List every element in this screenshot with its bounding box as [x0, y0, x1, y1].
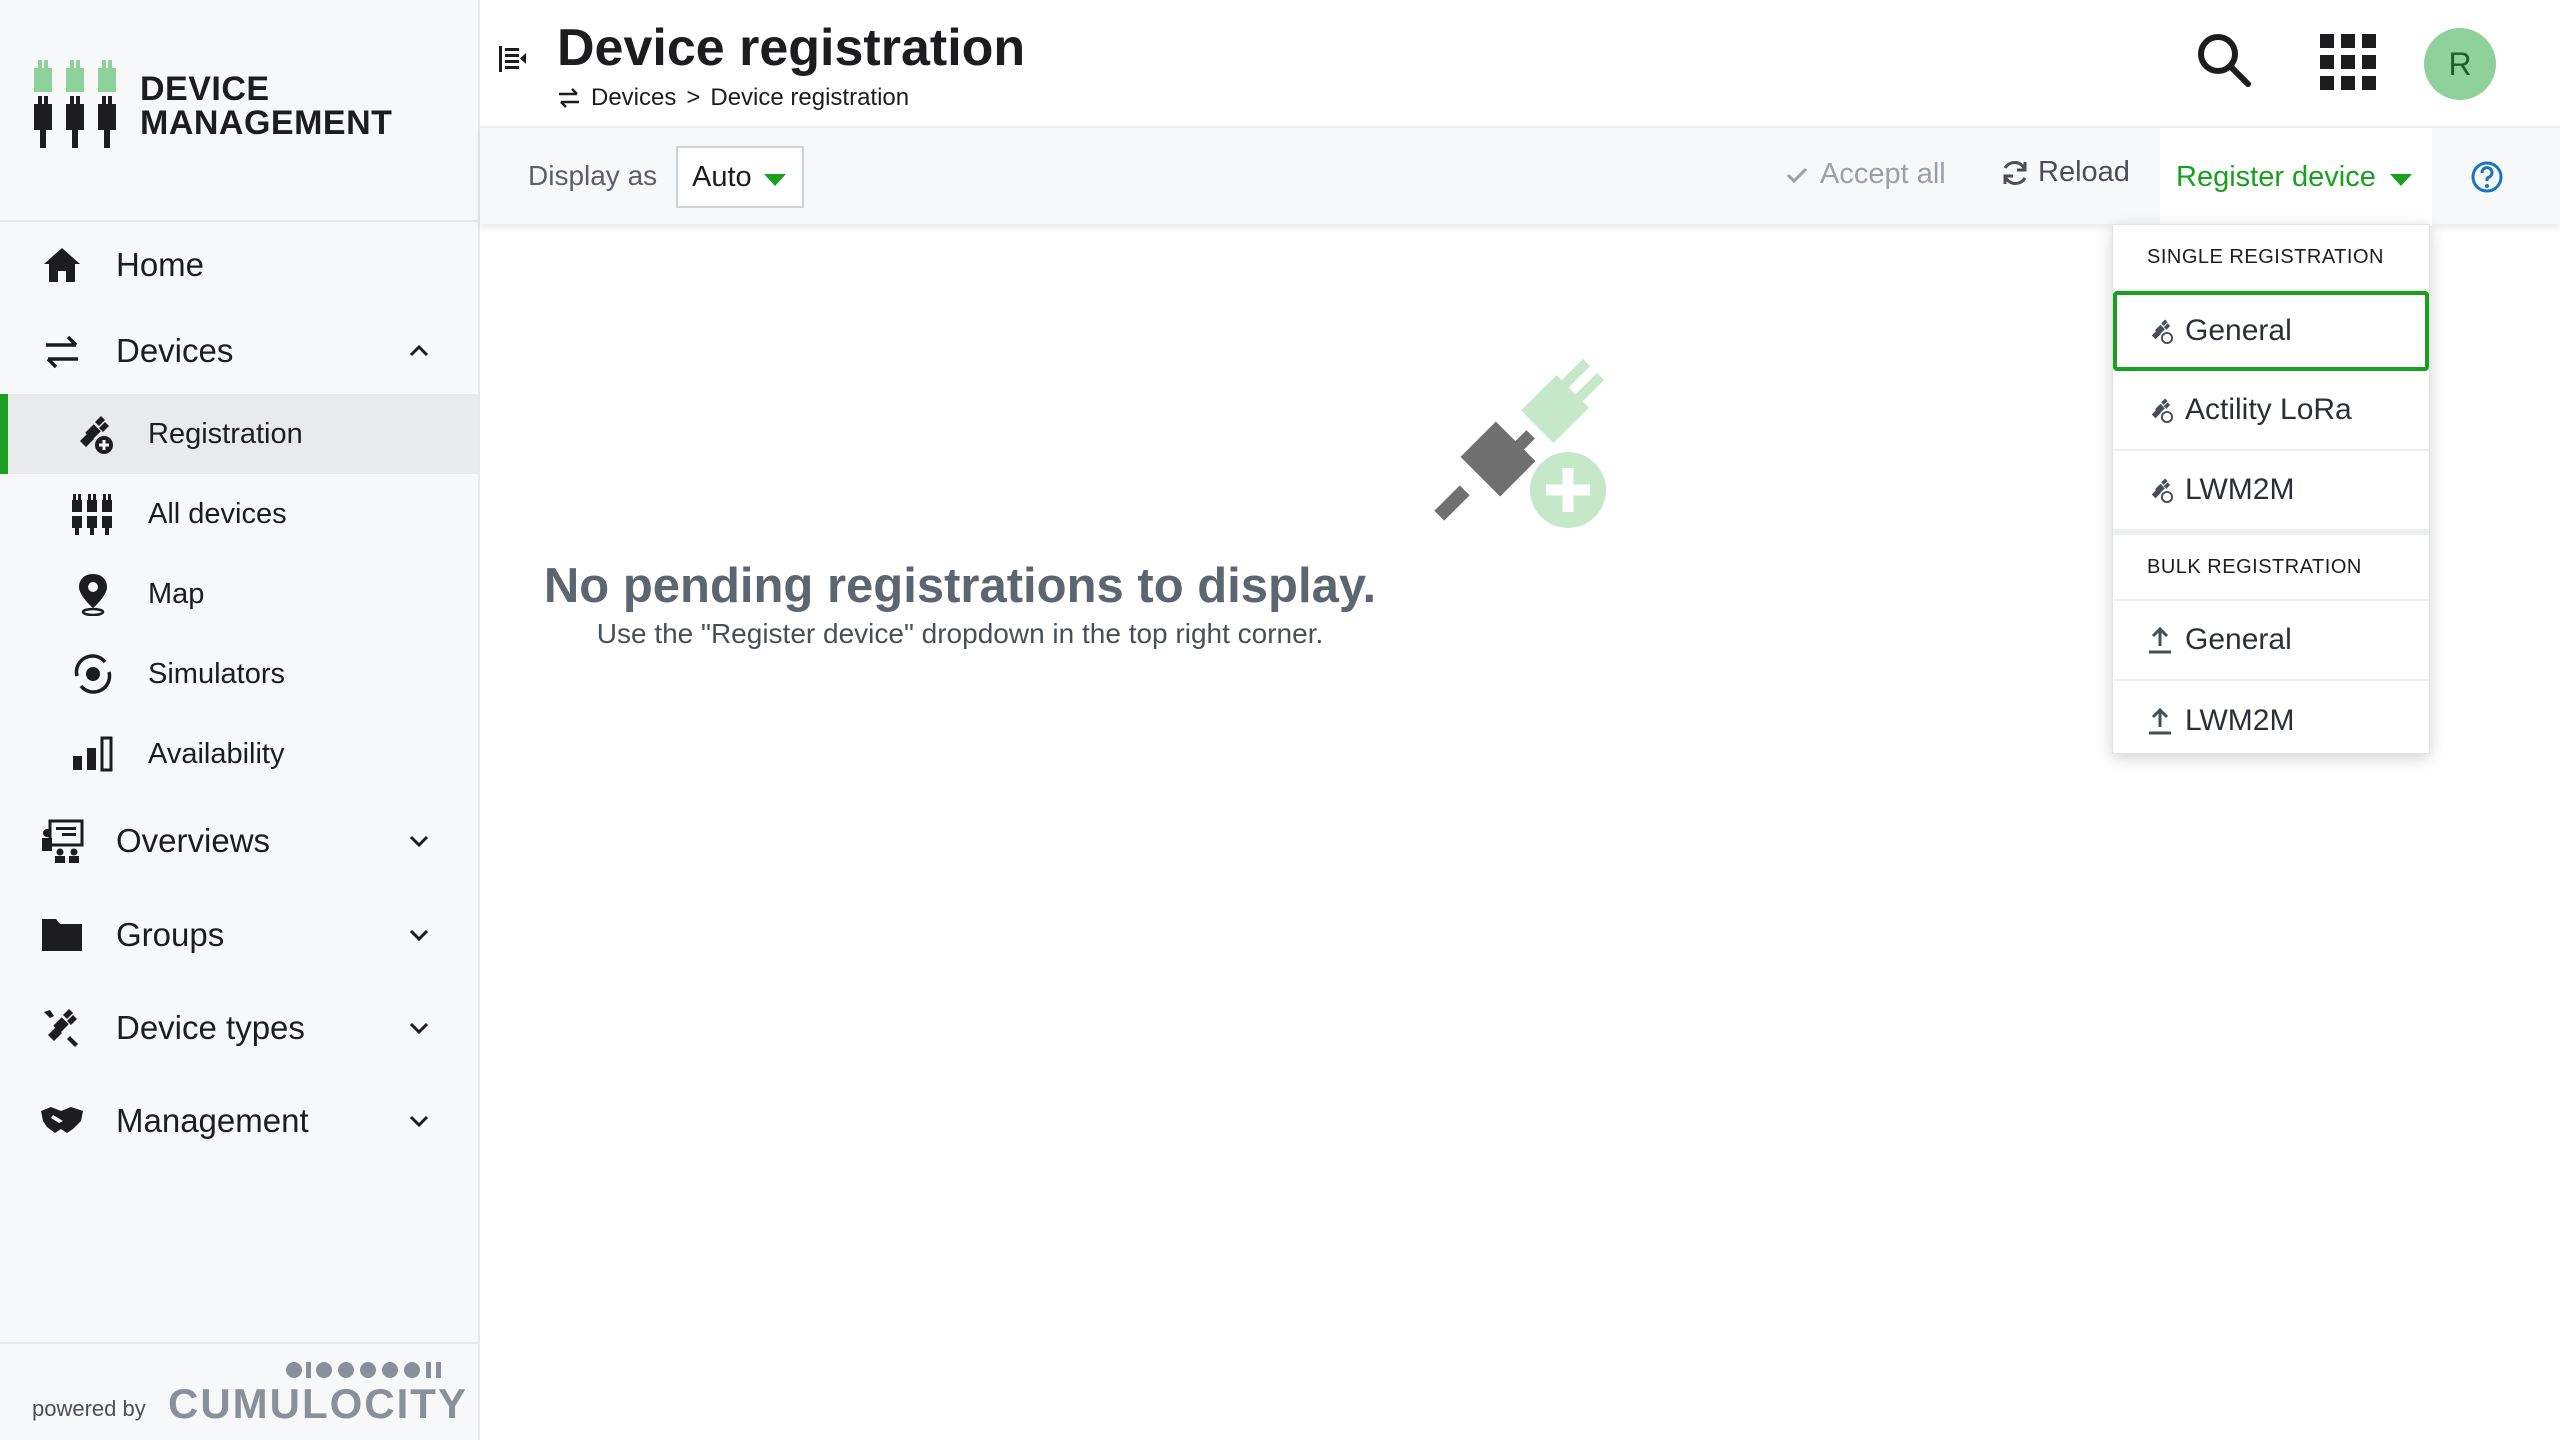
upload-icon: [2145, 706, 2175, 736]
sidebar-item-label: Devices: [116, 332, 234, 369]
display-as-value: Auto: [692, 160, 752, 193]
simulator-icon: [70, 651, 116, 697]
accept-all-label: Accept all: [1820, 158, 1946, 190]
register-device-button[interactable]: Register device: [2160, 128, 2432, 226]
sidebar-nav: Home Devices Registration All devices Ma…: [0, 222, 478, 1167]
sidebar-item-all-devices[interactable]: All devices: [0, 474, 478, 554]
menu-item-label: Actility LoRa: [2185, 393, 2352, 426]
breadcrumb-current: Device registration: [710, 84, 910, 111]
plug-add-icon: [2145, 395, 2175, 425]
sidebar-item-label: Home: [116, 246, 205, 283]
upload-icon: [2145, 625, 2175, 655]
sidebar: DEVICE MANAGEMENT Home Devices Registrat…: [0, 0, 480, 1440]
sidebar-item-home[interactable]: Home: [0, 222, 478, 308]
availability-bars-icon: [70, 731, 116, 777]
breadcrumb-separator: >: [686, 84, 701, 111]
page-title: Device registration: [557, 19, 1026, 77]
menu-item-single-lwm2m[interactable]: LWM2M: [2113, 451, 2429, 531]
sidebar-toggle-icon[interactable]: [498, 44, 528, 79]
brand-name: DEVICE MANAGEMENT: [140, 72, 392, 140]
menu-item-label: General: [2185, 623, 2292, 656]
transfer-arrows-icon: [36, 325, 88, 377]
action-toolbar: Display as Auto Accept all Reload Regist…: [480, 126, 2560, 226]
plug-add-icon: [70, 411, 116, 457]
sidebar-item-label: Overviews: [116, 822, 271, 859]
display-as-select[interactable]: Auto: [676, 146, 804, 208]
bulk-registration-header: BULK REGISTRATION: [2113, 535, 2429, 601]
sidebar-item-overviews[interactable]: Overviews: [0, 794, 478, 888]
device-array-icon: [70, 491, 116, 537]
empty-state-title: No pending registrations to display.: [543, 559, 1377, 613]
sidebar-item-registration[interactable]: Registration: [0, 394, 478, 474]
brand-line-1: DEVICE: [140, 70, 270, 108]
powered-brand-name: CUMULOCITY: [168, 1380, 468, 1427]
folder-icon: [36, 909, 88, 961]
sidebar-item-label: Simulators: [148, 657, 285, 690]
sidebar-item-label: Registration: [148, 417, 303, 450]
register-device-label: Register device: [2176, 160, 2376, 193]
menu-item-actility-lora[interactable]: Actility LoRa: [2113, 371, 2429, 451]
breadcrumb-link-devices[interactable]: Devices: [591, 84, 676, 112]
sidebar-item-availability[interactable]: Availability: [0, 714, 478, 794]
app-root: DEVICE MANAGEMENT Home Devices Registrat…: [0, 0, 2560, 1440]
powered-by-label: powered by: [32, 1396, 146, 1421]
plug-tools-icon: [36, 1002, 88, 1054]
check-icon: [1786, 166, 1808, 184]
transfer-arrows-icon: [557, 87, 581, 109]
menu-item-single-general[interactable]: General: [2113, 291, 2429, 371]
sidebar-item-groups[interactable]: Groups: [0, 888, 478, 981]
menu-item-label: General: [2185, 314, 2292, 347]
handshake-icon: [36, 1095, 88, 1147]
reload-button[interactable]: Reload: [2000, 156, 2130, 189]
brand[interactable]: DEVICE MANAGEMENT: [0, 0, 478, 222]
brand-line-2: MANAGEMENT: [140, 104, 393, 142]
user-avatar[interactable]: R: [2424, 28, 2496, 100]
sidebar-item-label: All devices: [148, 497, 287, 530]
refresh-icon: [2000, 158, 2030, 188]
sidebar-item-devices[interactable]: Devices: [0, 308, 478, 394]
home-icon: [36, 239, 88, 291]
caret-down-icon: [764, 174, 786, 186]
menu-item-bulk-lwm2m[interactable]: LWM2M: [2113, 681, 2429, 761]
sidebar-item-label: Management: [116, 1101, 309, 1139]
chevron-down-icon[interactable]: [404, 920, 434, 950]
search-icon[interactable]: [2194, 30, 2254, 95]
sidebar-item-label: Groups: [116, 915, 225, 953]
display-as-label: Display as: [528, 160, 658, 191]
help-icon[interactable]: [2470, 160, 2504, 199]
menu-item-label: LWM2M: [2185, 704, 2295, 737]
menu-item-bulk-general[interactable]: General: [2113, 601, 2429, 681]
page-header: Device registration Devices > Device reg…: [480, 0, 2560, 126]
empty-state-subtitle: Use the "Register device" dropdown in th…: [596, 618, 1324, 649]
device-management-logo: [34, 60, 116, 148]
plug-add-illustration-icon: [1434, 358, 1606, 528]
cumulocity-dots-icon: [286, 1362, 441, 1378]
accept-all-button[interactable]: Accept all: [1786, 158, 1946, 191]
register-device-menu: SINGLE REGISTRATION General Actility LoR…: [2112, 224, 2430, 754]
menu-item-label: LWM2M: [2185, 473, 2295, 506]
chevron-down-icon[interactable]: [404, 1013, 434, 1043]
sidebar-item-label: Availability: [148, 737, 285, 770]
caret-down-icon: [2390, 174, 2412, 186]
sidebar-item-label: Device types: [116, 1008, 305, 1046]
sidebar-item-device-types[interactable]: Device types: [0, 981, 478, 1074]
chevron-up-icon[interactable]: [404, 336, 434, 366]
chevron-down-icon[interactable]: [404, 826, 434, 856]
reload-label: Reload: [2038, 156, 2130, 188]
single-registration-header: SINGLE REGISTRATION: [2113, 225, 2429, 291]
plug-add-icon: [2145, 316, 2175, 346]
app-switcher-icon[interactable]: [2320, 34, 2376, 95]
chevron-down-icon[interactable]: [404, 1106, 434, 1136]
plug-add-icon: [2145, 475, 2175, 505]
powered-by: powered by CUMULOCITY: [0, 1342, 478, 1440]
breadcrumb: Devices > Device registration: [557, 84, 909, 112]
sidebar-item-management[interactable]: Management: [0, 1074, 478, 1167]
overviews-icon: [36, 815, 88, 867]
